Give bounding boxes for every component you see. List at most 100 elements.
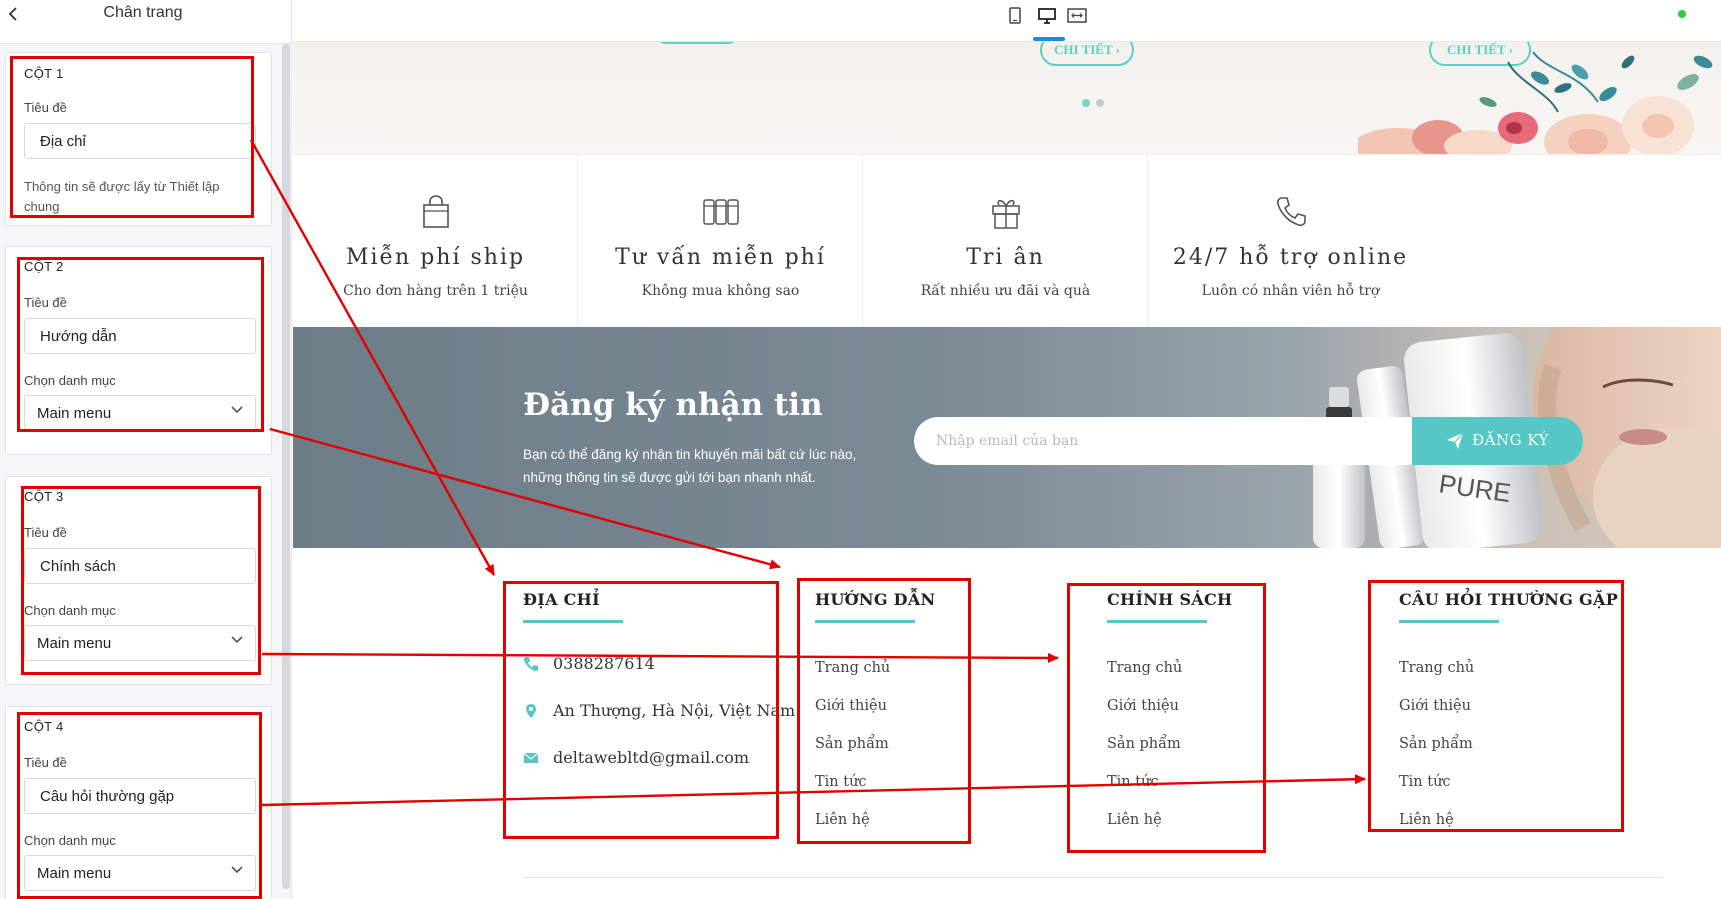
contact-phone-text: 0388287614	[553, 654, 655, 673]
column-1-title-input[interactable]	[24, 123, 256, 159]
footer-link[interactable]: Liên hệ	[1107, 812, 1162, 828]
settings-sidebar: Chân trang CỘT 1 Tiêu đề Thông tin sẽ đư…	[0, 0, 292, 899]
phone-icon	[523, 657, 538, 672]
slider-dot-2[interactable]	[1096, 99, 1104, 107]
footer-link[interactable]: Giới thiệu	[1399, 698, 1471, 714]
column-3-heading: CỘT 3	[24, 489, 64, 504]
chevron-down-icon	[231, 406, 243, 414]
heading-underline	[1107, 620, 1207, 623]
feature-title: 24/7 hỗ trợ online	[1172, 245, 1409, 270]
feature-subtitle: Cho đơn hàng trên 1 triệu	[343, 283, 528, 299]
column-1-heading: CỘT 1	[24, 66, 64, 81]
column-3-title-label: Tiêu đề	[24, 525, 67, 540]
column-3-menu-value: Main menu	[37, 635, 112, 652]
preview-toolbar	[293, 0, 1721, 42]
mobile-icon	[1009, 7, 1021, 24]
heading-underline	[815, 620, 915, 623]
newsletter-email-input[interactable]	[914, 417, 1412, 465]
status-indicator	[1678, 10, 1686, 18]
column-4-title-label: Tiêu đề	[24, 755, 67, 770]
detail-button-1[interactable]: CHI TIẾT ›	[1040, 42, 1134, 66]
newsletter-description: Bạn có thể đăng ký nhận tin khuyến mãi b…	[523, 447, 857, 485]
chevron-down-icon	[231, 636, 243, 644]
sidebar-header: Chân trang	[0, 0, 291, 44]
footer-link[interactable]: Trang chủ	[815, 660, 890, 676]
footer-link[interactable]: Tin tức	[1107, 774, 1159, 790]
column-2-menu-value: Main menu	[37, 405, 112, 422]
column-2-menu-label: Chọn danh mục	[24, 373, 116, 388]
column-1-card: CỘT 1 Tiêu đề Thông tin sẽ được lấy từ T…	[5, 52, 272, 226]
column-2-title-input[interactable]	[24, 318, 256, 354]
chevron-down-icon	[231, 866, 243, 874]
feature-title: Miễn phí ship	[345, 245, 526, 270]
footer-faq-heading: CÂU HỎI THƯỜNG GẶP	[1399, 590, 1619, 609]
active-device-indicator	[1033, 37, 1065, 41]
footer-address-heading: ĐỊA CHỈ	[523, 590, 600, 609]
fullwidth-view-button[interactable]	[1065, 5, 1089, 27]
envelope-icon	[523, 752, 539, 763]
column-2-heading: CỘT 2	[24, 259, 64, 274]
newsletter-section: PURE Đăng ký nhận tin Bạn có thể đăng ký…	[293, 327, 1721, 548]
heading-underline	[1399, 620, 1499, 623]
sidebar-scrollbar[interactable]	[282, 44, 290, 889]
contact-location-text: An Thượng, Hà Nội, Việt Nam	[553, 701, 796, 720]
footer-link[interactable]: Trang chủ	[1399, 660, 1474, 676]
sidebar-title: Chân trang	[103, 4, 183, 21]
footer-link[interactable]: Tin tức	[1399, 774, 1451, 790]
column-4-menu-label: Chọn danh mục	[24, 833, 116, 848]
feature-title: Tư vấn miễn phí	[615, 245, 826, 270]
newsletter-subscribe-button[interactable]: ĐĂNG KÝ	[1412, 417, 1583, 465]
gift-icon	[992, 199, 1020, 229]
column-2-card: CỘT 2 Tiêu đề Chọn danh mục Main menu	[5, 246, 272, 455]
footer-link[interactable]: Liên hệ	[1399, 812, 1454, 828]
column-4-heading: CỘT 4	[24, 719, 64, 734]
column-2-title-label: Tiêu đề	[24, 295, 67, 310]
hero-ghost-button	[651, 42, 743, 44]
column-4-menu-select[interactable]: Main menu	[24, 855, 256, 891]
feature-subtitle: Không mua không sao	[641, 283, 800, 299]
map-pin-icon	[526, 704, 536, 718]
footer: ĐỊA CHỈ 0388287614 An Thượng, Hà Nội, Vi…	[293, 548, 1721, 899]
feature-subtitle: Rất nhiều ưu đãi và quà	[920, 283, 1091, 299]
footer-policy-heading: CHÍNH SÁCH	[1107, 590, 1233, 609]
footer-link[interactable]: Trang chủ	[1107, 660, 1182, 676]
features-bar: Miễn phí ship Cho đơn hàng trên 1 triệu …	[293, 154, 1721, 328]
footer-link[interactable]: Giới thiệu	[815, 698, 887, 714]
column-4-card: CỘT 4 Tiêu đề Chọn danh mục Main menu	[5, 706, 272, 899]
feature-free-consult: Tư vấn miễn phí Không mua không sao	[578, 155, 863, 328]
column-3-menu-select[interactable]: Main menu	[24, 625, 256, 661]
phone-icon	[1276, 197, 1306, 227]
feature-subtitle: Luôn có nhân viên hỗ trợ	[1201, 283, 1380, 299]
floral-decoration	[1358, 51, 1713, 154]
column-4-title-input[interactable]	[24, 778, 256, 814]
heading-underline	[523, 620, 623, 623]
footer-link[interactable]: Sản phẩm	[815, 736, 889, 752]
footer-guide-heading: HƯỚNG DẪN	[815, 590, 936, 609]
footer-link[interactable]: Giới thiệu	[1107, 698, 1179, 714]
slider-dot-1[interactable]	[1082, 99, 1090, 107]
subscribe-label: ĐĂNG KÝ	[1472, 431, 1550, 449]
cosmetics-icon	[703, 199, 739, 225]
newsletter-title: Đăng ký nhận tin	[523, 387, 823, 423]
column-4-menu-value: Main menu	[37, 865, 112, 882]
column-1-note: Thông tin sẽ được lấy từ Thiết lập chung	[24, 179, 220, 214]
paper-plane-icon	[1447, 432, 1464, 449]
column-3-menu-label: Chọn danh mục	[24, 603, 116, 618]
column-2-menu-select[interactable]: Main menu	[24, 395, 256, 431]
feature-title: Tri ân	[966, 245, 1045, 270]
feature-support: 24/7 hỗ trợ online Luôn có nhân viên hỗ …	[1148, 155, 1433, 328]
desktop-icon	[1038, 8, 1056, 24]
footer-link[interactable]: Tin tức	[815, 774, 867, 790]
column-3-title-input[interactable]	[24, 548, 256, 584]
footer-divider	[523, 877, 1663, 878]
feature-free-ship: Miễn phí ship Cho đơn hàng trên 1 triệu	[293, 155, 578, 328]
desktop-view-button[interactable]	[1035, 5, 1059, 27]
footer-link[interactable]: Sản phẩm	[1107, 736, 1181, 752]
column-1-title-label: Tiêu đề	[24, 100, 67, 115]
mobile-view-button[interactable]	[1003, 5, 1027, 27]
contact-email-text: deltawebltd@gmail.com	[553, 748, 750, 767]
site-preview: CHI TIẾT › CHI TIẾT › Miễn phí ship Cho …	[293, 42, 1721, 899]
footer-link[interactable]: Liên hệ	[815, 812, 870, 828]
footer-link[interactable]: Sản phẩm	[1399, 736, 1473, 752]
column-3-card: CỘT 3 Tiêu đề Chọn danh mục Main menu	[5, 476, 272, 685]
